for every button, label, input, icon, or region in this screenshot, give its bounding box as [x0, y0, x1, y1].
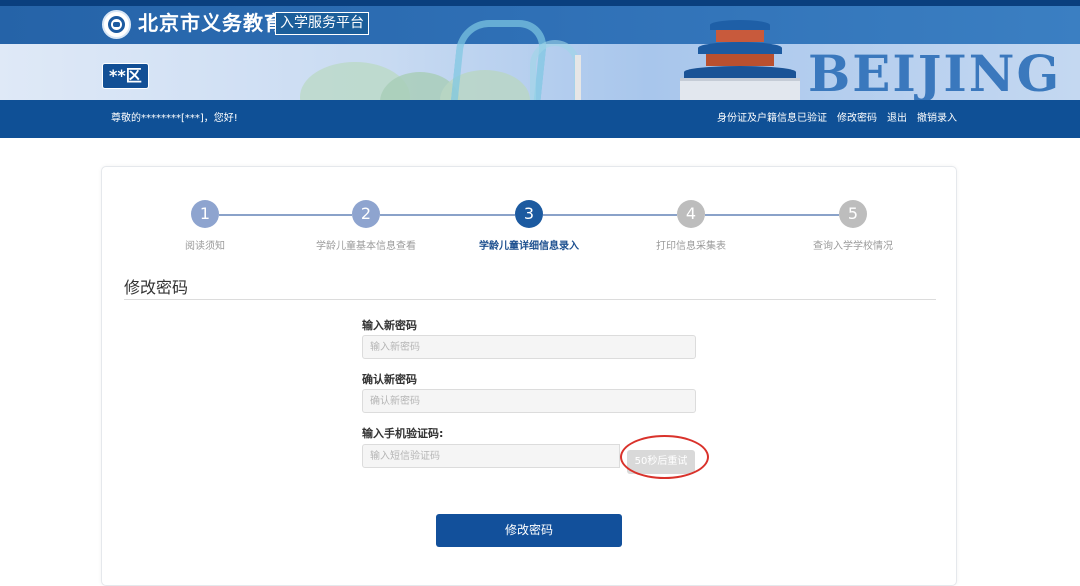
- header-banner: BEIJING 北京市义务教育 入学服务平台 **区: [0, 0, 1080, 100]
- user-nav-links: 身份证及户籍信息已验证 修改密码 退出 撤销录入: [717, 100, 957, 138]
- step-connector: [219, 214, 352, 216]
- step-connector: [705, 214, 839, 216]
- section-title: 修改密码: [124, 278, 189, 297]
- nav-link-change-password[interactable]: 修改密码: [837, 100, 877, 138]
- step-2-label: 学龄儿童基本信息查看: [316, 241, 416, 252]
- decor-pole: [575, 55, 581, 100]
- step-4-circle: 4: [677, 200, 705, 228]
- nav-link-cancel-entry[interactable]: 撤销录入: [917, 100, 957, 138]
- user-greeting: 尊敬的********[***]，您好!: [111, 113, 238, 124]
- step-3-circle: 3: [515, 200, 543, 228]
- sms-code-label: 输入手机验证码:: [362, 427, 444, 440]
- step-connector: [380, 214, 515, 216]
- site-title[interactable]: 北京市义务教育: [138, 8, 285, 38]
- step-2-circle: 2: [352, 200, 380, 228]
- nav-link-logout[interactable]: 退出: [887, 100, 907, 138]
- sms-code-input[interactable]: [362, 444, 620, 468]
- step-5-circle: 5: [839, 200, 867, 228]
- district-badge: **区: [102, 63, 149, 89]
- site-subtitle: 入学服务平台: [275, 12, 369, 35]
- progress-steps: 1 2 3 4 5 阅读须知 学龄儿童基本信息查看 学龄儿童详细信息录入 打印信…: [102, 200, 958, 260]
- highlight-annotation-circle: [620, 435, 709, 479]
- step-connector: [543, 214, 677, 216]
- step-5-label: 查询入学学校情况: [813, 241, 893, 252]
- banner-beijing-word: BEIJING: [808, 44, 1062, 100]
- confirm-password-input[interactable]: [362, 389, 696, 413]
- change-password-submit-button[interactable]: 修改密码: [436, 514, 622, 547]
- new-password-input[interactable]: [362, 335, 696, 359]
- step-1-circle: 1: [191, 200, 219, 228]
- step-4-label: 打印信息采集表: [656, 241, 726, 252]
- confirm-password-label: 确认新密码: [362, 373, 417, 386]
- decor-arch: [530, 40, 580, 100]
- nav-link-verified[interactable]: 身份证及户籍信息已验证: [717, 100, 827, 138]
- user-navbar: 尊敬的********[***]，您好! 身份证及户籍信息已验证 修改密码 退出…: [0, 100, 1080, 138]
- new-password-label: 输入新密码: [362, 319, 417, 332]
- step-3-label: 学龄儿童详细信息录入: [479, 241, 579, 252]
- step-1-label: 阅读须知: [185, 241, 225, 252]
- temple-of-heaven-illustration: [680, 10, 800, 100]
- main-card: 1 2 3 4 5 阅读须知 学龄儿童基本信息查看 学龄儿童详细信息录入 打印信…: [101, 166, 957, 586]
- site-logo-icon[interactable]: [102, 10, 131, 39]
- section-divider: [124, 299, 936, 300]
